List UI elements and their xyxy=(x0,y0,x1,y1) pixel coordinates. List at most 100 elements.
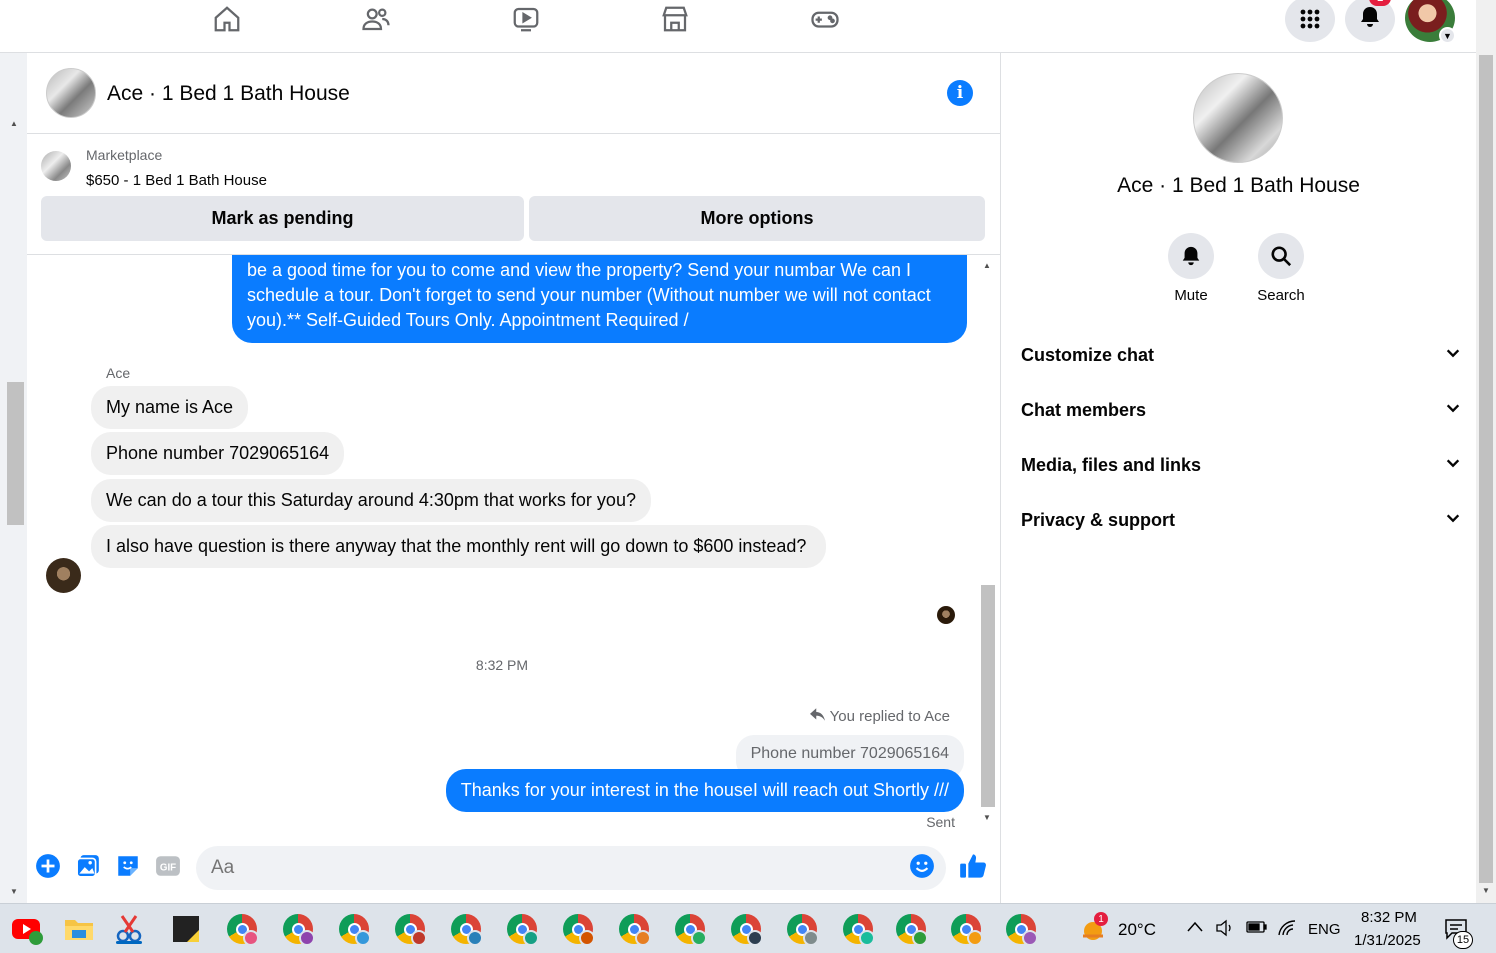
taskbar-app-chrome[interactable] xyxy=(949,912,983,946)
section-privacy-support[interactable]: Privacy & support xyxy=(1021,505,1461,535)
friends-icon[interactable] xyxy=(359,2,393,36)
section-chat-members[interactable]: Chat members xyxy=(1021,395,1461,425)
home-icon[interactable] xyxy=(210,2,244,36)
weather-icon[interactable]: 1 xyxy=(1076,912,1110,946)
incoming-message[interactable]: My name is Ace xyxy=(91,386,249,429)
chat-scrollbar[interactable]: ▲ ▼ xyxy=(979,255,997,833)
taskbar-app-chrome[interactable] xyxy=(505,912,539,946)
section-label: Customize chat xyxy=(1021,344,1155,365)
volume-icon[interactable] xyxy=(1215,918,1235,943)
message-status: Sent xyxy=(926,814,955,830)
taskbar-app-youtube[interactable] xyxy=(10,912,44,946)
chat-title[interactable]: Ace · 1 Bed 1 Bath House xyxy=(107,82,350,106)
search-icon[interactable] xyxy=(1258,233,1304,279)
bell-icon[interactable] xyxy=(1168,233,1214,279)
info-icon[interactable]: i xyxy=(947,80,973,106)
taskbar-app-chrome[interactable] xyxy=(894,912,928,946)
plus-icon[interactable] xyxy=(35,853,61,879)
sender-name: Ace xyxy=(106,365,131,381)
gaming-icon[interactable] xyxy=(808,2,842,36)
chat-avatar[interactable] xyxy=(46,68,96,118)
clock-time[interactable]: 8:32 PM xyxy=(1361,909,1417,926)
taskbar-app-chrome[interactable] xyxy=(561,912,595,946)
temperature[interactable]: 20°C xyxy=(1118,920,1156,940)
input-language[interactable]: ENG xyxy=(1308,921,1341,938)
notifications-button[interactable]: 1 xyxy=(1345,0,1395,42)
taskbar-app-chrome[interactable] xyxy=(841,912,875,946)
taskbar-app-chrome[interactable] xyxy=(673,912,707,946)
chevron-up-icon[interactable] xyxy=(1187,920,1203,939)
mute-button[interactable]: Mute xyxy=(1151,233,1231,304)
photo-icon[interactable] xyxy=(75,853,101,879)
marketplace-icon[interactable] xyxy=(658,2,692,36)
thumbs-up-icon[interactable] xyxy=(958,851,988,881)
more-options-button[interactable]: More options xyxy=(529,196,985,241)
taskbar-app-file-explorer[interactable] xyxy=(62,912,96,946)
emoji-icon[interactable] xyxy=(909,853,935,879)
search-label: Search xyxy=(1257,287,1305,304)
sender-avatar[interactable] xyxy=(46,558,81,593)
battery-icon[interactable] xyxy=(1246,920,1268,939)
reply-indicator-text: You replied to Ace xyxy=(829,708,950,725)
profile-badge xyxy=(523,930,539,946)
outgoing-message[interactable]: Thanks for your interest in the houseI w… xyxy=(445,769,964,812)
incoming-message[interactable]: I also have question is there anyway tha… xyxy=(91,525,826,568)
wifi-icon[interactable] xyxy=(1277,919,1297,942)
profile-badge xyxy=(859,930,875,946)
windows-taskbar: 1 20°C ENG 8:32 PM 1/31/2025 15 xyxy=(0,903,1496,953)
profile-badge xyxy=(411,930,427,946)
profile-badge xyxy=(299,930,315,946)
incoming-message[interactable]: We can do a tour this Saturday around 4:… xyxy=(91,479,651,522)
reply-indicator: You replied to Ace xyxy=(809,708,950,725)
taskbar-app-chrome[interactable] xyxy=(281,912,315,946)
active-app-indicator xyxy=(116,941,142,944)
chevron-down-icon xyxy=(1445,400,1461,421)
left-scrollbar-thumb[interactable] xyxy=(7,382,24,525)
scroll-up-icon[interactable]: ▲ xyxy=(10,119,18,128)
listing-thumbnail[interactable] xyxy=(41,151,71,181)
mark-as-pending-button[interactable]: Mark as pending xyxy=(41,196,524,241)
search-button[interactable]: Search xyxy=(1241,233,1321,304)
message-input[interactable] xyxy=(196,846,946,890)
menu-grid-icon[interactable] xyxy=(1285,0,1335,42)
taskbar-app-chrome[interactable] xyxy=(729,912,763,946)
page-scrollbar[interactable]: ▼ xyxy=(1476,0,1496,903)
taskbar-app-chrome[interactable] xyxy=(1004,912,1038,946)
scroll-down-icon[interactable]: ▼ xyxy=(10,887,18,896)
section-media-files-links[interactable]: Media, files and links xyxy=(1021,450,1461,480)
chat-header: Ace · 1 Bed 1 Bath House i xyxy=(27,53,1000,134)
clock-date[interactable]: 1/31/2025 xyxy=(1354,932,1421,949)
profile-badge xyxy=(691,930,707,946)
taskbar-app-chrome[interactable] xyxy=(337,912,371,946)
chat-scrollbar-thumb[interactable] xyxy=(981,585,995,807)
section-customize-chat[interactable]: Customize chat xyxy=(1021,340,1461,370)
scroll-down-icon[interactable]: ▼ xyxy=(1482,886,1490,895)
scroll-down-icon[interactable]: ▼ xyxy=(983,813,991,822)
listing-title[interactable]: $650 - 1 Bed 1 Bath House xyxy=(86,172,267,189)
taskbar-app-chrome[interactable] xyxy=(785,912,819,946)
gif-label: GIF xyxy=(160,862,176,873)
gif-icon[interactable]: GIF xyxy=(155,853,181,879)
taskbar-app-chrome[interactable] xyxy=(393,912,427,946)
page-scrollbar-thumb[interactable] xyxy=(1479,55,1493,883)
profile-badge xyxy=(967,930,983,946)
scroll-up-icon[interactable]: ▲ xyxy=(983,261,991,270)
profile-badge xyxy=(355,930,371,946)
left-scrollbar[interactable]: ▲ ▼ xyxy=(0,53,27,903)
taskbar-app-sticky-notes[interactable] xyxy=(169,912,203,946)
profile-badge xyxy=(467,930,483,946)
chevron-down-icon[interactable]: ▼ xyxy=(1439,27,1456,44)
video-icon[interactable] xyxy=(509,2,543,36)
marketplace-label: Marketplace xyxy=(86,147,163,163)
taskbar-app-chrome[interactable] xyxy=(225,912,259,946)
taskbar-app-chrome[interactable] xyxy=(449,912,483,946)
chat-panel: Ace · 1 Bed 1 Bath House i Marketplace $… xyxy=(27,53,1000,903)
chevron-down-icon xyxy=(1445,510,1461,531)
sticker-icon[interactable] xyxy=(115,853,141,879)
outgoing-message[interactable]: Yes, it is available. If you are interes… xyxy=(232,255,967,343)
taskbar-app-chrome[interactable] xyxy=(617,912,651,946)
section-label: Privacy & support xyxy=(1021,509,1176,530)
incoming-message[interactable]: Phone number 7029065164 xyxy=(91,432,345,475)
sidebar-avatar[interactable] xyxy=(1193,73,1283,163)
taskbar-app-snipping-tool[interactable] xyxy=(112,912,146,946)
